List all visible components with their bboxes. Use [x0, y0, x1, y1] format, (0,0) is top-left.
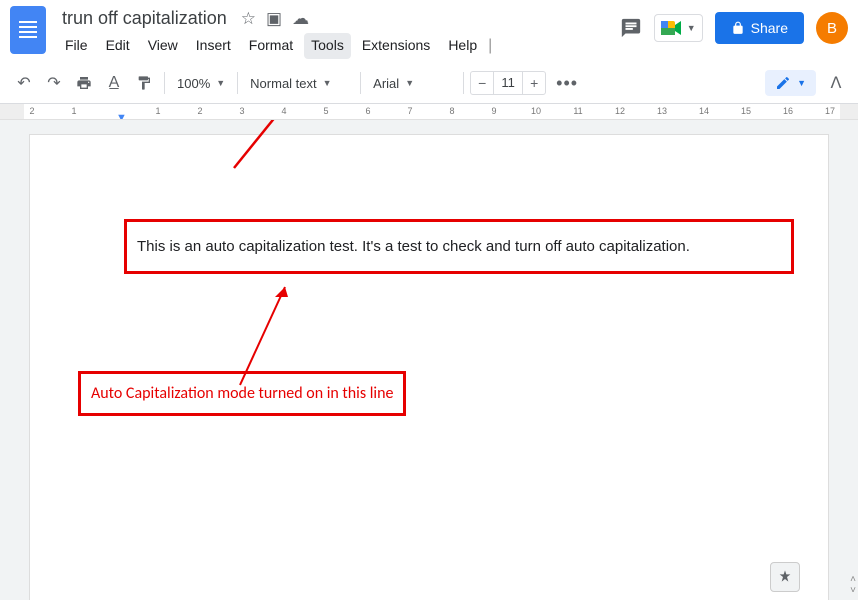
highlighted-text-box: This is an auto capitalization test. It'… — [124, 219, 794, 274]
docs-logo[interactable] — [10, 6, 46, 54]
scroll-arrows[interactable]: ˄˅ — [850, 574, 856, 596]
ruler-tick: 17 — [825, 106, 835, 116]
ruler-tick: 15 — [741, 106, 751, 116]
ruler-tick: 6 — [365, 106, 370, 116]
print-button[interactable] — [70, 69, 98, 97]
zoom-dropdown[interactable]: 100%▼ — [171, 72, 231, 95]
font-size-control: − 11 + — [470, 71, 546, 95]
font-size-input[interactable]: 11 — [493, 72, 523, 94]
toolbar: ↶ ↷ A̲ 100%▼ Normal text▼ Arial▼ − 11 + … — [0, 63, 858, 104]
font-size-increase[interactable]: + — [523, 75, 545, 91]
menu-insert[interactable]: Insert — [189, 33, 238, 59]
ruler-tick: 13 — [657, 106, 667, 116]
cloud-icon[interactable]: ☁ — [292, 9, 309, 29]
menu-file[interactable]: File — [58, 33, 95, 59]
collapse-toolbar-button[interactable]: ᐱ — [824, 71, 848, 95]
ruler-tick: 1 — [155, 106, 160, 116]
menu-format[interactable]: Format — [242, 33, 300, 59]
menu-extensions[interactable]: Extensions — [355, 33, 437, 59]
annotation-caption: Auto Capitalization mode turned on in th… — [91, 384, 393, 403]
paragraph-style-dropdown[interactable]: Normal text▼ — [244, 72, 354, 95]
document-text[interactable]: This is an auto capitalization test. It'… — [137, 238, 690, 255]
share-label: Share — [751, 20, 788, 36]
ruler-tick: 5 — [323, 106, 328, 116]
annotation-caption-box: Auto Capitalization mode turned on in th… — [78, 371, 406, 416]
explore-button[interactable] — [770, 562, 800, 592]
ruler-tick: 2 — [197, 106, 202, 116]
pencil-icon — [775, 75, 791, 91]
star-icon[interactable]: ☆ — [241, 9, 256, 29]
font-dropdown[interactable]: Arial▼ — [367, 72, 457, 95]
move-icon[interactable]: ▣ — [266, 9, 282, 29]
ruler-tick: 3 — [239, 106, 244, 116]
account-avatar[interactable]: B — [816, 12, 848, 44]
page[interactable]: This is an auto capitalization test. It'… — [29, 134, 829, 600]
indent-marker[interactable]: ▼ — [116, 112, 127, 120]
share-button[interactable]: Share — [715, 12, 804, 44]
toolbar-more[interactable]: ••• — [548, 73, 586, 94]
undo-button[interactable]: ↶ — [10, 69, 38, 97]
menu-bar: File Edit View Insert Format Tools Exten… — [58, 33, 620, 59]
ruler-tick: 11 — [573, 106, 582, 116]
editing-mode-button[interactable]: ▼ — [765, 70, 816, 96]
comments-icon[interactable] — [620, 17, 642, 39]
menu-help[interactable]: Help — [441, 33, 484, 59]
ruler-tick: 7 — [407, 106, 412, 116]
menu-view[interactable]: View — [141, 33, 185, 59]
paint-format-button[interactable] — [130, 69, 158, 97]
redo-button[interactable]: ↷ — [40, 69, 68, 97]
ruler-tick: 9 — [491, 106, 496, 116]
ruler[interactable]: ▼ 211234567891011121314151617 — [0, 104, 858, 120]
ruler-tick: 4 — [281, 106, 286, 116]
spellcheck-button[interactable]: A̲ — [100, 69, 128, 97]
ruler-tick: 14 — [699, 106, 709, 116]
ruler-tick: 10 — [531, 106, 541, 116]
meet-button[interactable]: ▼ — [654, 14, 703, 42]
ruler-tick: 12 — [615, 106, 625, 116]
document-title[interactable]: trun off capitalization — [58, 6, 231, 31]
menu-separator: | — [488, 33, 492, 59]
menu-tools[interactable]: Tools — [304, 33, 351, 59]
menu-edit[interactable]: Edit — [99, 33, 137, 59]
ruler-tick: 16 — [783, 106, 793, 116]
document-canvas: This is an auto capitalization test. It'… — [0, 120, 858, 600]
ruler-tick: 8 — [449, 106, 454, 116]
ruler-tick: 1 — [71, 106, 76, 116]
font-size-decrease[interactable]: − — [471, 75, 493, 91]
lock-icon — [731, 21, 745, 35]
ruler-tick: 2 — [29, 106, 34, 116]
